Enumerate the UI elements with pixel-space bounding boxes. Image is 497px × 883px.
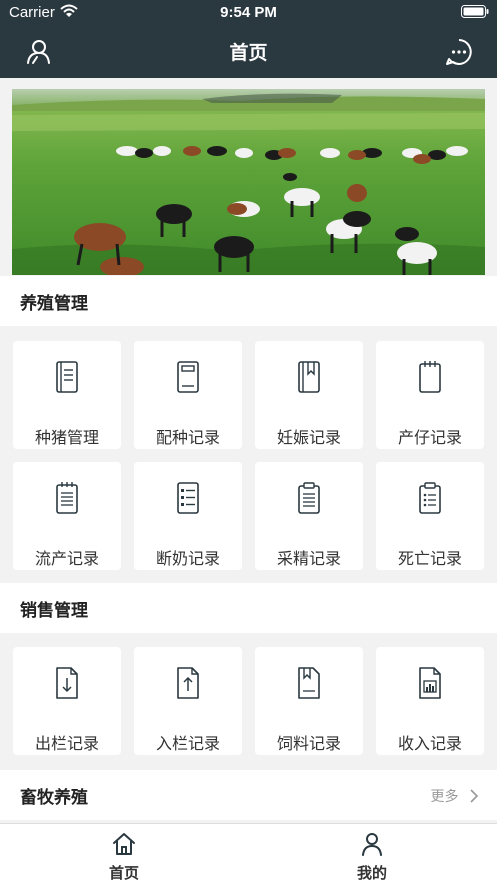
tab-mine-label: 我的 xyxy=(356,864,387,882)
bookmark-book-icon xyxy=(298,361,320,393)
farrowing-record-tile[interactable]: 产仔记录 xyxy=(376,341,484,449)
mating-record-tile[interactable]: 配种记录 xyxy=(134,341,242,449)
breeder-pig-label: 种猪管理 xyxy=(34,428,99,447)
breeder-pig-tile[interactable]: 种猪管理 xyxy=(13,341,121,449)
breeding-section-header: 养殖管理 xyxy=(0,276,497,326)
semen-record-label: 采精记录 xyxy=(276,549,341,568)
profile-icon xyxy=(362,833,382,856)
message-icon[interactable] xyxy=(445,38,473,66)
home-icon xyxy=(113,833,135,855)
feed-record-label: 饲料记录 xyxy=(276,734,341,753)
spiral-notepad-icon xyxy=(419,361,441,393)
inbound-record-tile[interactable]: 入栏记录 xyxy=(134,647,242,755)
abortion-record-tile[interactable]: 流产记录 xyxy=(13,462,121,570)
weaning-record-tile[interactable]: 断奶记录 xyxy=(134,462,242,570)
abortion-record-label: 流产记录 xyxy=(34,549,99,568)
notepad-icon xyxy=(177,361,199,393)
inbound-record-label: 入栏记录 xyxy=(155,734,220,753)
more-label: 更多 xyxy=(430,789,459,805)
outbound-record-tile[interactable]: 出栏记录 xyxy=(13,647,121,755)
death-record-tile[interactable]: 死亡记录 xyxy=(376,462,484,570)
lined-notebook-icon xyxy=(56,482,78,514)
breeding-section-title: 养殖管理 xyxy=(20,294,88,314)
weaning-record-label: 断奶记录 xyxy=(155,549,220,568)
livestock-section-header: 畜牧养殖 更多 xyxy=(0,770,497,820)
tab-bar: 首页 我的 xyxy=(0,823,497,883)
status-bar: Carrier 9:54 PM xyxy=(0,0,497,26)
sales-section-title: 销售管理 xyxy=(20,601,88,621)
tab-home-label: 首页 xyxy=(108,864,139,882)
pregnancy-record-tile[interactable]: 妊娠记录 xyxy=(255,341,363,449)
tab-home[interactable]: 首页 xyxy=(0,824,248,883)
death-record-label: 死亡记录 xyxy=(397,549,462,568)
semen-record-tile[interactable]: 采精记录 xyxy=(255,462,363,570)
more-link[interactable]: 更多 xyxy=(431,786,479,806)
pregnancy-record-label: 妊娠记录 xyxy=(276,428,341,447)
page-title: 首页 xyxy=(229,42,268,64)
checklist-icon xyxy=(177,482,199,514)
clipboard-list-icon xyxy=(419,482,441,514)
status-time: 9:54 PM xyxy=(220,4,277,21)
feed-record-tile[interactable]: 饲料记录 xyxy=(255,647,363,755)
sales-section-header: 销售管理 xyxy=(0,583,497,633)
outbound-record-label: 出栏记录 xyxy=(34,734,99,753)
notebook-icon xyxy=(56,361,78,393)
file-download-icon xyxy=(56,667,78,699)
livestock-section-title: 畜牧养殖 xyxy=(20,788,88,808)
mating-record-label: 配种记录 xyxy=(155,428,220,447)
cows-grazing-banner[interactable] xyxy=(12,89,485,275)
file-upload-icon xyxy=(177,667,199,699)
income-record-tile[interactable]: 收入记录 xyxy=(376,647,484,755)
nav-bar: 首页 xyxy=(0,26,497,78)
battery-icon xyxy=(461,5,489,18)
chevron-right-icon xyxy=(470,789,479,803)
file-bookmark-icon xyxy=(298,667,320,699)
clipboard-icon xyxy=(298,482,320,514)
file-chart-icon xyxy=(419,667,441,699)
farrowing-record-label: 产仔记录 xyxy=(397,428,462,447)
income-record-label: 收入记录 xyxy=(397,734,462,753)
tab-mine[interactable]: 我的 xyxy=(248,824,496,883)
app-header: Carrier 9:54 PM 首页 xyxy=(0,0,497,78)
